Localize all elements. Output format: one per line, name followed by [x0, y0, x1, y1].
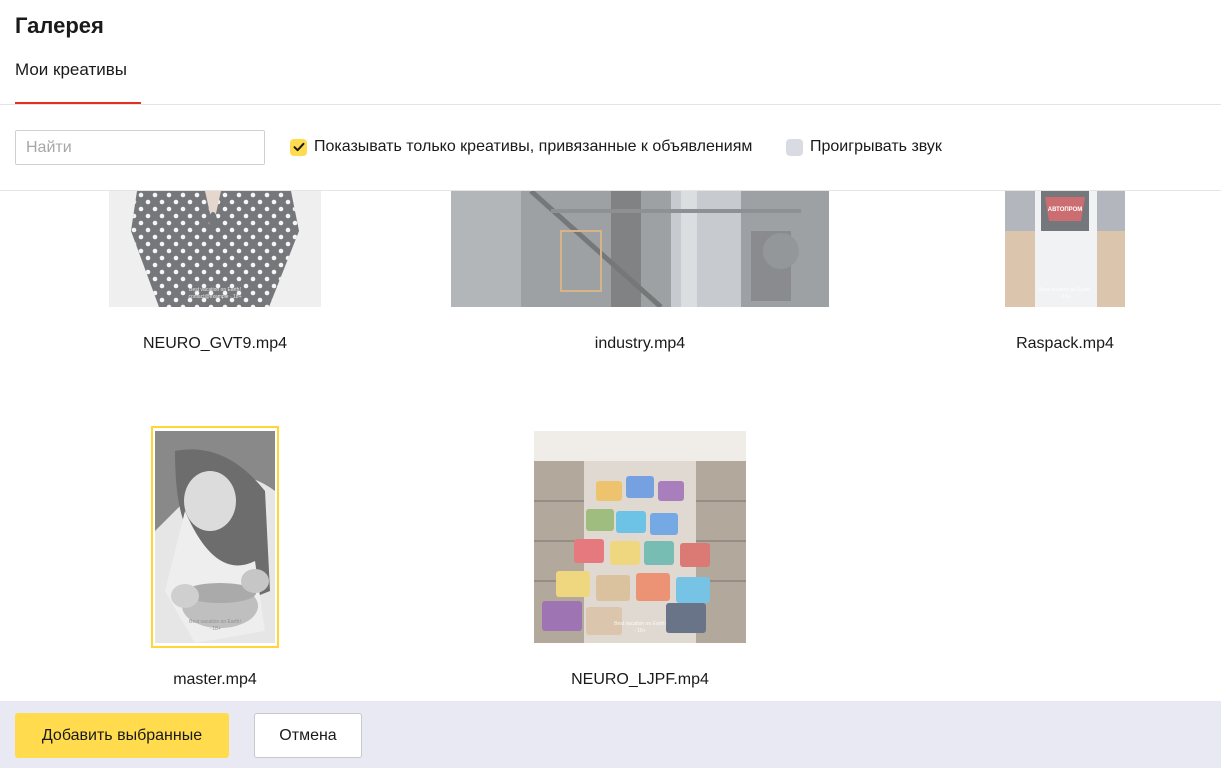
checkbox-unchecked-icon	[786, 138, 803, 156]
play-sound-label: Проигрывать звук	[810, 138, 942, 155]
filter-linked-label: Показывать только креативы, привязанные …	[314, 138, 753, 155]
add-selected-button[interactable]: Добавить выбранные	[15, 713, 229, 758]
footer-bar: Добавить выбранные Отмена	[0, 701, 1221, 768]
product-brand-text: АВТОПРОМ	[1048, 207, 1083, 213]
video-thumbnail	[451, 191, 829, 307]
search-input[interactable]	[15, 130, 265, 165]
creative-card-neuro-gvt9[interactable]: Best vacation on Earth! contact@example ·…	[0, 191, 430, 361]
creatives-gallery[interactable]: Best vacation on Earth! contact@example ·…	[0, 191, 1221, 701]
tab-label: Мои креативы	[15, 60, 127, 79]
video-thumbnail: Best vacation on Earth! · 18+	[534, 431, 746, 643]
cancel-button[interactable]: Отмена	[254, 713, 362, 758]
tab-my-creatives[interactable]: Мои креативы	[15, 60, 141, 104]
page-title: Галерея	[15, 13, 104, 38]
creative-card-raspack[interactable]: АВТОПРОМ Best vacation on Earth! · 18+ Ra…	[910, 191, 1220, 361]
divider	[0, 104, 1221, 105]
creative-card-neuro-ljpf[interactable]: Best vacation on Earth! · 18+ NEURO_LJPF.…	[430, 421, 850, 691]
play-sound-checkbox[interactable]: Проигрывать звук	[786, 138, 942, 156]
creative-card-master[interactable]: Best vacation on Earth! · 18+ master.mp4	[0, 421, 430, 691]
creative-filename: industry.mp4	[594, 335, 686, 352]
creative-filename: NEURO_LJPF.mp4	[571, 671, 709, 688]
creative-filename: Raspack.mp4	[1016, 335, 1114, 352]
video-thumbnail: Best vacation on Earth! · 18+	[155, 431, 275, 643]
creative-card-industry[interactable]: industry.mp4	[430, 191, 850, 361]
creative-filename: NEURO_GVT9.mp4	[142, 335, 288, 352]
checkbox-checked-icon	[290, 138, 307, 156]
filter-linked-checkbox[interactable]: Показывать только креативы, привязанные …	[290, 138, 752, 156]
creative-filename: master.mp4	[173, 671, 257, 688]
video-thumbnail: АВТОПРОМ Best vacation on Earth! · 18+	[1005, 191, 1125, 307]
video-thumbnail: Best vacation on Earth! contact@example ·…	[109, 191, 321, 307]
